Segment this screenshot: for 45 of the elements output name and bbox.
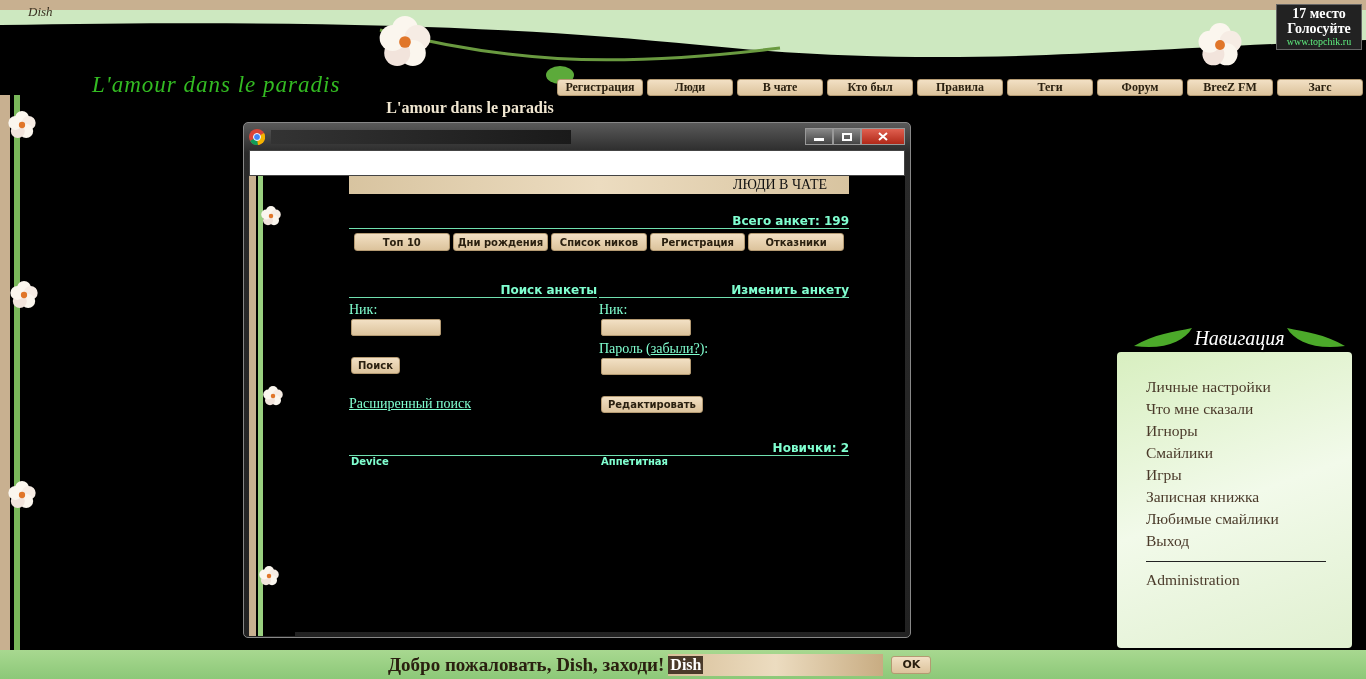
newcomer-name[interactable]: Device [349, 456, 599, 467]
section-heading: ЛЮДИ В ЧАТЕ [349, 176, 849, 194]
search-button[interactable]: Поиск [351, 357, 400, 374]
newcomers-title: Новички: 2 [349, 441, 849, 456]
leaf-icon [1284, 326, 1345, 350]
page-title: L'amour dans le paradis [385, 99, 555, 117]
minimize-button[interactable] [805, 128, 833, 145]
message-field[interactable]: Dish [668, 653, 884, 676]
tab-button[interactable]: Отказники [748, 233, 844, 251]
search-title: Поиск анкеты [349, 283, 597, 298]
ok-button[interactable]: OK [891, 655, 932, 674]
edit-title: Изменить анкету [599, 283, 849, 298]
maximize-icon [842, 132, 852, 141]
tab-button[interactable]: Регистрация [649, 233, 746, 251]
newcomer-name[interactable]: Аппетитная [599, 456, 849, 467]
close-button[interactable] [861, 128, 905, 145]
forgot-link[interactable]: забыли? [650, 341, 700, 356]
navigation-link[interactable]: Личные настройки [1146, 376, 1352, 398]
advanced-search-link[interactable]: Расширенный поиск [349, 396, 472, 412]
nick-label: Ник: [599, 302, 628, 318]
maximize-button[interactable] [833, 128, 861, 145]
tab-button[interactable]: Дни рождения [452, 233, 549, 251]
edit-button[interactable]: Редактировать [601, 396, 703, 413]
navigation-link[interactable]: Administration [1146, 569, 1352, 591]
navigation-link[interactable]: Выход [1146, 530, 1352, 552]
navigation-link[interactable]: Что мне сказали [1146, 398, 1352, 420]
tab-button[interactable]: Список ников [551, 233, 647, 251]
leaf-icon [1134, 326, 1195, 350]
profile-total: Всего анкет: 199 [349, 214, 849, 229]
navigation-link[interactable]: Игноры [1146, 420, 1352, 442]
navigation-link[interactable]: Записная книжка [1146, 486, 1352, 508]
browser-icon [249, 128, 265, 145]
password-field[interactable] [601, 358, 691, 375]
close-icon [878, 132, 888, 141]
nick-label: Ник: [349, 302, 378, 318]
navigation-link[interactable]: Игры [1146, 464, 1352, 486]
tab-button[interactable]: Топ 10 [354, 233, 450, 251]
navigation-link[interactable]: Смайлики [1146, 442, 1352, 464]
welcome-text: Добро пожаловать, Dish, заходи! [388, 653, 665, 676]
navigation-title: Навигация [1194, 326, 1285, 350]
nick-field[interactable] [351, 319, 441, 336]
password-label: Пароль (забыли?): [599, 341, 709, 357]
nick-field[interactable] [601, 319, 691, 336]
address-bar[interactable] [249, 150, 905, 176]
navigation-link[interactable]: Любимые смайлики [1146, 508, 1352, 530]
